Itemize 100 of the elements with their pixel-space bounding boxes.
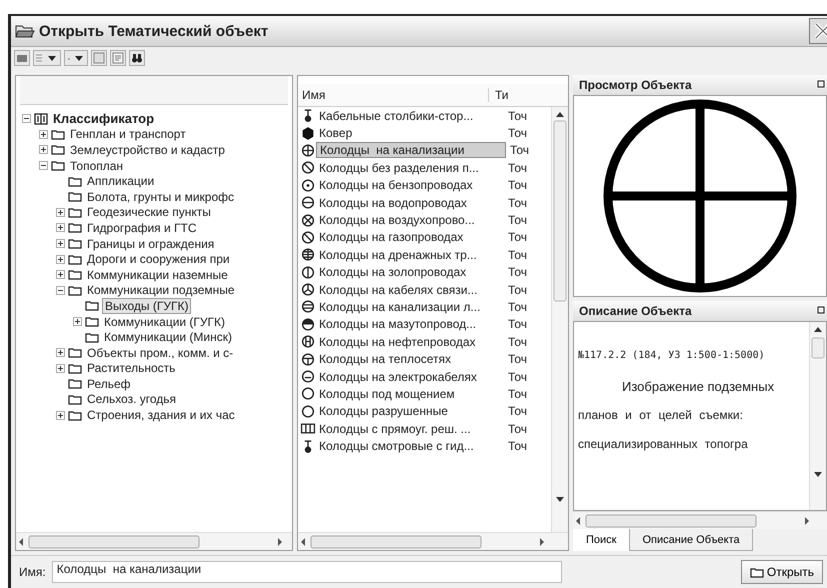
tree-item[interactable]: Коммуникации (ГУГК): [102, 314, 228, 329]
folder-tool-icon[interactable]: [14, 50, 30, 66]
tab[interactable]: Поиск: [573, 529, 630, 551]
open-button[interactable]: Открыть: [740, 560, 823, 584]
folder-icon: [68, 394, 82, 405]
expand-toggle[interactable]: [56, 348, 65, 358]
list-item[interactable]: Колодцы под мощением: [316, 386, 504, 401]
list-item[interactable]: Колодцы разрушенные: [316, 404, 504, 418]
type-cell-text: Точ: [507, 386, 528, 401]
list-item[interactable]: Ковер: [316, 126, 504, 140]
folder-icon: [51, 128, 65, 140]
tree-item[interactable]: Геодезические пункты: [85, 205, 213, 220]
folder-icon: [85, 316, 99, 328]
tree-item[interactable]: Землеустройство и кадастр: [68, 142, 227, 157]
window-title: Открыть Тематический объект: [39, 22, 270, 40]
expand-toggle[interactable]: [56, 410, 65, 420]
list-item[interactable]: Колодцы на водопроводах: [316, 196, 504, 210]
well-symbol-icon: [302, 318, 314, 330]
collapse-toggle[interactable]: [22, 114, 31, 124]
tree-item[interactable]: Коммуникации наземные: [85, 268, 230, 282]
tree-item[interactable]: Объекты пром., комм. и с-: [85, 346, 236, 360]
folder-icon: [51, 144, 65, 156]
tree-item[interactable]: Гидрография и ГТС: [85, 220, 199, 235]
list-item[interactable]: Колодцы на бензопроводах: [316, 178, 504, 192]
list-item[interactable]: Колодцы на кабелях связи...: [316, 282, 504, 297]
dropdown-icon[interactable]: [64, 50, 88, 66]
folder-icon: [750, 566, 764, 578]
tree-item[interactable]: Сельхоз. угодья: [85, 392, 178, 406]
type-cell-text: Точ: [507, 248, 528, 262]
tree-item[interactable]: Коммуникации подземные: [85, 283, 237, 298]
expand-toggle[interactable]: [56, 239, 65, 248]
list-item[interactable]: Колодцы на мазутопровод...: [316, 317, 504, 332]
name-field[interactable]: Колодцы на канализации: [52, 561, 562, 583]
pin-icon[interactable]: [817, 306, 827, 316]
binoculars-icon[interactable]: [129, 50, 145, 66]
description-text: Изображение подземных: [621, 379, 776, 396]
list-item[interactable]: Колодцы без разделения п...: [316, 160, 504, 175]
type-cell-text: Точ: [507, 422, 528, 436]
well-symbol-icon: [302, 284, 314, 296]
expand-toggle[interactable]: [56, 208, 65, 217]
tree-item[interactable]: Рельеф: [85, 376, 133, 391]
description-text: №117.2.2 (184, УЗ 1:500-1:5000): [578, 350, 766, 363]
list-item[interactable]: Колодцы с прямоуг. реш. ...: [316, 422, 504, 436]
type-cell-text: Точ: [509, 143, 530, 158]
description-text: специализированных топогра: [578, 437, 749, 453]
list-item[interactable]: Колодцы на теплосетях: [316, 352, 504, 366]
list-item[interactable]: Колодцы на нефтепроводах: [316, 334, 504, 349]
expand-toggle[interactable]: [56, 254, 65, 264]
collapse-toggle[interactable]: [56, 286, 65, 295]
expand-toggle[interactable]: [56, 270, 65, 280]
book-icon: [34, 112, 48, 125]
column-header[interactable]: Имя: [298, 88, 488, 102]
tree-item[interactable]: Растительность: [85, 361, 178, 376]
type-cell-text: Точ: [507, 160, 528, 175]
list-item[interactable]: Колодцы на канализации л...: [316, 300, 504, 314]
tree-item[interactable]: Строения, здания и их час: [85, 408, 237, 422]
tree-item[interactable]: Генплан и транспорт: [68, 127, 188, 142]
expand-toggle[interactable]: [56, 364, 65, 373]
tree-item[interactable]: Аппликации: [85, 174, 156, 188]
list-item[interactable]: Колодцы смотровые с гид...: [316, 439, 504, 454]
list-item[interactable]: Колодцы на канализации: [316, 142, 506, 158]
vertical-scrollbar[interactable]: [809, 322, 826, 510]
tree-item[interactable]: Выходы (ГУГК): [102, 298, 192, 314]
list-item[interactable]: Колодцы на воздухопрово...: [316, 213, 504, 228]
vertical-scrollbar[interactable]: [551, 107, 568, 532]
folder-icon: [68, 284, 82, 296]
type-cell-text: Точ: [507, 178, 528, 192]
horizontal-scrollbar[interactable]: [298, 532, 568, 550]
horizontal-scrollbar[interactable]: [573, 511, 827, 529]
post-icon: [304, 440, 312, 453]
column-header[interactable]: Ти: [488, 88, 519, 102]
expand-toggle[interactable]: [56, 223, 65, 232]
folder-icon: [68, 176, 82, 187]
folder-icon: [68, 347, 82, 358]
list-item[interactable]: Колодцы на золопроводах: [316, 265, 504, 280]
type-cell-text: Точ: [507, 439, 528, 454]
list-item[interactable]: Колодцы на газопроводах: [316, 230, 504, 244]
tree-item[interactable]: Болота, грунты и микрофс: [85, 190, 236, 204]
expand-toggle[interactable]: [73, 317, 82, 326]
tree-item[interactable]: Границы и ограждения: [85, 236, 216, 251]
tree-item[interactable]: Коммуникации (Минск): [102, 330, 234, 344]
well-symbol-icon: [302, 162, 314, 174]
list-item[interactable]: Колодцы на дренажных тр...: [316, 248, 504, 262]
list-view-dropdown-icon[interactable]: [33, 50, 61, 66]
field-label: Имя:: [19, 565, 46, 579]
expand-toggle[interactable]: [39, 145, 48, 154]
panel-icon[interactable]: [91, 50, 107, 66]
tab[interactable]: Описание Объекта: [629, 529, 753, 551]
expand-toggle[interactable]: [39, 130, 48, 139]
horizontal-scrollbar[interactable]: [16, 532, 292, 550]
tree-item[interactable]: Классификатор: [51, 111, 156, 126]
pin-icon[interactable]: [817, 80, 827, 90]
collapse-toggle[interactable]: [39, 161, 48, 170]
type-cell-text: Точ: [507, 108, 528, 123]
tree-item[interactable]: Дороги и сооружения при: [85, 252, 232, 266]
list-item[interactable]: Кабельные столбики-стор...: [316, 108, 504, 123]
tree-item[interactable]: Топоплан: [68, 158, 126, 173]
list-item[interactable]: Колодцы на электрокабелях: [316, 370, 504, 384]
well-symbol-icon: [302, 388, 314, 400]
panel-title: Просмотр Объекта: [579, 78, 692, 92]
